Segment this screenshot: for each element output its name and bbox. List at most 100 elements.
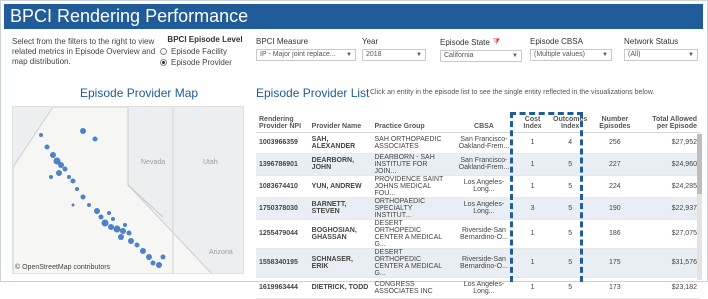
year-dropdown[interactable]: 2018 ▼ [362, 49, 426, 61]
cell-npi: 1619963444 [256, 277, 309, 299]
episode-state-dropdown[interactable]: California ▼ [440, 50, 522, 62]
filter-label: BPCI Measure [256, 37, 309, 46]
col-header-total-allowed[interactable]: Total Allowed per Episode [639, 110, 700, 133]
cell-practice-group: PROVIDENCE SAINT JOHNS MEDICAL FOU... [371, 175, 453, 198]
table-row[interactable]: 1750378030 BARNETT, STEVEN ORTHOPAEDIC S… [256, 197, 700, 220]
episode-level-selector: BPCI Episode Level Episode Facility Epis… [160, 35, 250, 68]
table-header-row: Rendering Provider NPI Provider Name Pra… [256, 110, 700, 133]
cell-practice-group: DEARBORN - SAH INSTITUTE FOR JOIN... [371, 153, 453, 176]
episode-level-label: BPCI Episode Level [167, 35, 243, 44]
dropdown-value: California [444, 52, 474, 59]
cell-total-allowed: $24,960 [639, 153, 700, 176]
filter-label: Episode CBSA [530, 37, 583, 46]
cell-npi: 1255479044 [256, 219, 309, 249]
radio-selected-icon [160, 59, 167, 66]
dropdown-value: (All) [628, 51, 641, 58]
intro-text: Select from the filters to the right to … [12, 37, 156, 66]
cell-provider-name: SAH, ALEXANDER [308, 132, 372, 154]
table-scrollbar[interactable] [697, 134, 702, 280]
table-row[interactable]: 1619963444 DIETRICK, TODD CONGRESS ASSOC… [256, 277, 700, 299]
cell-total-allowed: $27,952 [639, 132, 700, 154]
table-row[interactable]: 1003966359 SAH, ALEXANDER SAH ORTHOPAEDI… [256, 132, 700, 154]
dropdown-value: IP - Major joint replace... [260, 51, 336, 58]
network-status-dropdown[interactable]: (All) ▼ [624, 49, 698, 61]
radio-label: Episode Facility [171, 47, 228, 56]
col-header-npi[interactable]: Rendering Provider NPI [256, 110, 309, 133]
cell-number-episodes: 173 [590, 277, 640, 299]
cell-total-allowed: $31,576 [639, 248, 700, 278]
cell-total-allowed: $23,182 [639, 277, 700, 299]
index-columns-highlight [510, 112, 583, 282]
cell-number-episodes: 186 [590, 219, 640, 249]
page-title: BPCI Rendering Performance [4, 4, 703, 29]
cell-cbsa: Riverside-San Bernardino-O... [452, 248, 516, 278]
caret-down-icon: ▼ [512, 53, 518, 59]
cell-cbsa: Los Angeles-Long... [452, 197, 516, 220]
cell-practice-group: DESERT ORTHOPEDIC CENTER A MEDICAL G... [371, 219, 453, 249]
cell-cbsa: Los Angeles-Long... [452, 175, 516, 198]
col-header-number-episodes[interactable]: Number Episodes [590, 110, 640, 133]
radio-circle-icon [160, 48, 167, 55]
radio-episode-provider[interactable]: Episode Provider [160, 57, 250, 68]
table-row[interactable]: 1396786901 DEARBORN, JOHN DEARBORN - SAH… [256, 153, 700, 176]
cell-provider-name: BARNETT, STEVEN [308, 197, 372, 220]
cell-cbsa: San Francisco-Oakland-Frem... [452, 153, 516, 176]
cell-practice-group: SAH ORTHOPAEDIC ASSOCIATES [371, 132, 453, 154]
cell-provider-name: DEARBORN, JOHN [308, 153, 372, 176]
cell-practice-group: DESERT ORTHOPEDIC CENTER A MEDICAL G... [371, 248, 453, 278]
cell-number-episodes: 190 [590, 197, 640, 220]
cell-practice-group: CONGRESS ASSOCIATES INC [371, 277, 453, 299]
cell-npi: 1396786901 [256, 153, 309, 176]
provider-map[interactable]: Nevada Utah Arizona © OpenStreetMap cont… [12, 106, 244, 274]
cell-provider-name: BOGHOSIAN, GHASSAN [308, 219, 372, 249]
cell-practice-group: ORTHOPAEDIC SPECIALTY INSTITUT... [371, 197, 453, 220]
filter-network-status: Network Status (All) ▼ [624, 37, 698, 61]
col-header-practice-group[interactable]: Practice Group [371, 110, 453, 133]
cell-number-episodes: 175 [590, 248, 640, 278]
filter-label-row: Episode State ⧩ [440, 37, 522, 47]
radio-label: Episode Provider [171, 58, 232, 67]
cell-cbsa: Riverside-San Bernardino-O... [452, 219, 516, 249]
caret-down-icon: ▼ [416, 52, 422, 58]
map-label-utah: Utah [203, 159, 218, 166]
cell-cbsa: Los Angeles-Long... [452, 277, 516, 299]
caret-down-icon: ▼ [688, 52, 694, 58]
list-instruction: Click an entity in the episode list to s… [370, 89, 655, 96]
cell-total-allowed: $22,937 [639, 197, 700, 220]
map-attribution: © OpenStreetMap contributors [15, 264, 111, 271]
episode-cbsa-dropdown[interactable]: (Multiple values) ▼ [530, 49, 612, 61]
col-header-provider-name[interactable]: Provider Name [308, 110, 372, 133]
cell-provider-name: DIETRICK, TODD [308, 277, 372, 299]
filter-label: Episode State [440, 37, 490, 47]
table-row[interactable]: 1083674410 YUN, ANDREW PROVIDENCE SAINT … [256, 175, 700, 198]
filter-episode-cbsa: Episode CBSA (Multiple values) ▼ [530, 37, 612, 61]
list-section-title: Episode Provider List [256, 86, 370, 100]
filter-label: Year [362, 37, 379, 46]
bpci-measure-dropdown[interactable]: IP - Major joint replace... ▼ [256, 49, 356, 61]
cell-npi: 1083674410 [256, 175, 309, 198]
scrollbar-thumb[interactable] [697, 134, 702, 194]
table-row[interactable]: 1558340195 SCHNASER, ERIK DESERT ORTHOPE… [256, 248, 700, 278]
cell-number-episodes: 256 [590, 132, 640, 154]
map-label-nevada: Nevada [141, 159, 166, 166]
table-row[interactable]: 1255479044 BOGHOSIAN, GHASSAN DESERT ORT… [256, 219, 700, 249]
dropdown-value: 2018 [366, 51, 382, 58]
radio-episode-facility[interactable]: Episode Facility [160, 46, 250, 57]
cell-provider-name: SCHNASER, ERIK [308, 248, 372, 278]
cell-provider-name: YUN, ANDREW [308, 175, 372, 198]
cell-total-allowed: $27,075 [639, 219, 700, 249]
filter-year: Year 2018 ▼ [362, 37, 426, 61]
map-section-title: Episode Provider Map [80, 86, 199, 100]
funnel-icon[interactable]: ⧩ [493, 37, 500, 47]
dropdown-value: (Multiple values) [534, 51, 585, 58]
filter-episode-state: Episode State ⧩ California ▼ [440, 37, 522, 62]
cell-number-episodes: 227 [590, 153, 640, 176]
filter-bpci-measure: BPCI Measure IP - Major joint replace...… [256, 37, 356, 61]
california-shape [13, 107, 212, 273]
cell-npi: 1750378030 [256, 197, 309, 220]
cell-number-episodes: 224 [590, 175, 640, 198]
provider-table: Rendering Provider NPI Provider Name Pra… [256, 110, 700, 299]
cell-npi: 1558340195 [256, 248, 309, 278]
map-label-arizona: Arizona [209, 249, 233, 256]
col-header-cbsa[interactable]: CBSA [452, 110, 516, 133]
